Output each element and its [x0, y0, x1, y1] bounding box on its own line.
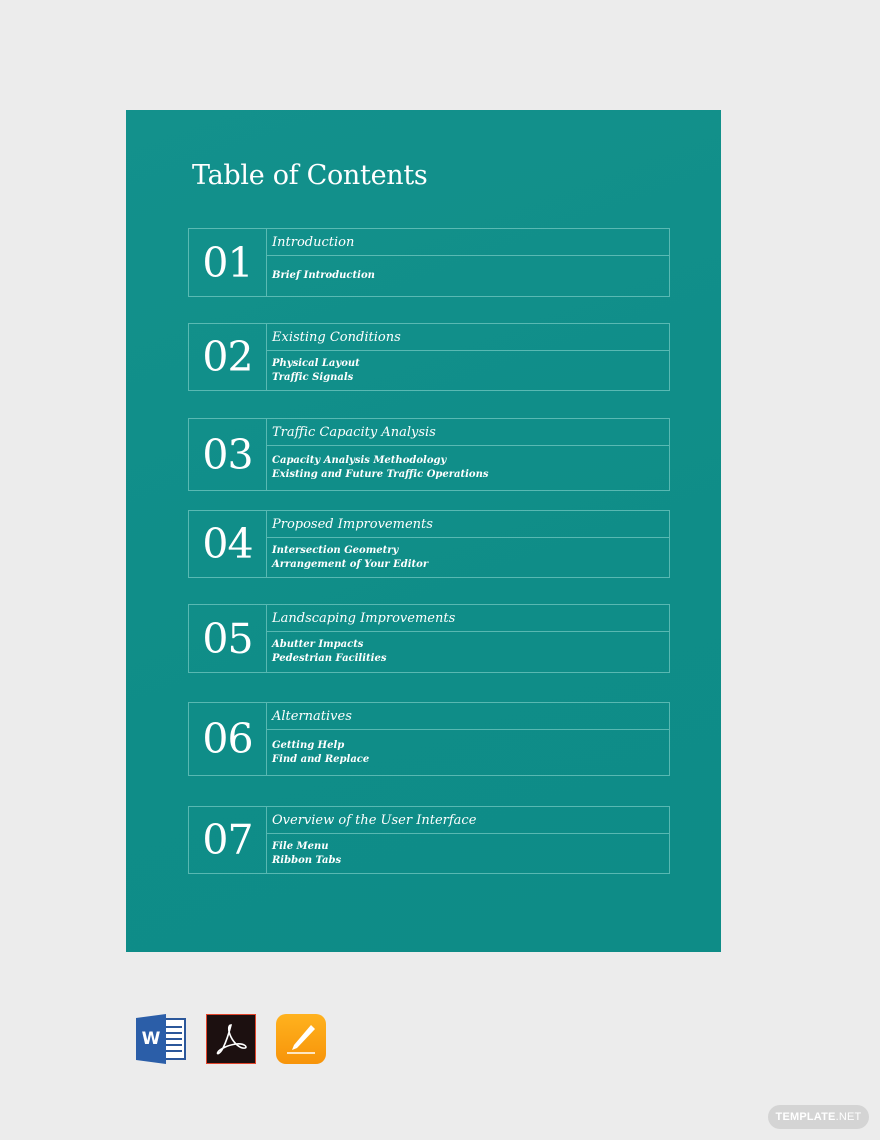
entry-subitem: Getting Help — [272, 739, 345, 751]
toc-entry: 01 Introduction Brief Introduction — [188, 228, 670, 297]
entry-subitems: Intersection Geometry Arrangement of You… — [267, 538, 669, 577]
entry-subitems: Abutter Impacts Pedestrian Facilities — [267, 632, 669, 672]
pages-icon[interactable] — [276, 1014, 326, 1064]
entry-heading: Overview of the User Interface — [267, 807, 669, 834]
entry-subitem: Physical Layout — [272, 357, 360, 369]
entry-number: 07 — [189, 807, 267, 873]
entry-number: 02 — [189, 324, 267, 390]
entry-heading: Traffic Capacity Analysis — [267, 419, 669, 446]
entry-content: Introduction Brief Introduction — [267, 229, 669, 296]
entry-content: Landscaping Improvements Abutter Impacts… — [267, 605, 669, 672]
entry-subitem: Find and Replace — [272, 753, 370, 765]
page-title: Table of Contents — [192, 160, 428, 191]
acrobat-glyph-icon — [216, 1024, 247, 1055]
toc-entry: 03 Traffic Capacity Analysis Capacity An… — [188, 418, 670, 491]
entry-heading: Introduction — [267, 229, 669, 256]
entry-subitem: File Menu — [272, 840, 329, 852]
entry-content: Overview of the User Interface File Menu… — [267, 807, 669, 873]
toc-entry: 04 Proposed Improvements Intersection Ge… — [188, 510, 670, 578]
entry-number: 05 — [189, 605, 267, 672]
entry-content: Traffic Capacity Analysis Capacity Analy… — [267, 419, 669, 490]
entry-content: Proposed Improvements Intersection Geome… — [267, 511, 669, 577]
toc-entry: 06 Alternatives Getting Help Find and Re… — [188, 702, 670, 776]
entry-heading: Existing Conditions — [267, 324, 669, 351]
entry-subitem: Brief Introduction — [272, 270, 375, 281]
entry-number: 03 — [189, 419, 267, 490]
entry-number: 01 — [189, 229, 267, 296]
toc-entry: 07 Overview of the User Interface File M… — [188, 806, 670, 874]
watermark-rest: .NET — [835, 1111, 862, 1123]
pdf-icon[interactable] — [206, 1014, 256, 1064]
toc-page: Table of Contents 01 Introduction Brief … — [126, 110, 721, 952]
entry-subitem: Pedestrian Facilities — [272, 653, 387, 664]
pen-glyph-icon — [287, 1025, 315, 1054]
entry-content: Alternatives Getting Help Find and Repla… — [267, 703, 669, 775]
template-net-watermark: TEMPLATE .NET — [768, 1105, 869, 1129]
entry-heading: Alternatives — [267, 703, 669, 730]
word-letter: W — [136, 1014, 166, 1064]
entry-subitems: File Menu Ribbon Tabs — [267, 834, 669, 873]
format-icons: W — [136, 1014, 326, 1064]
entry-subitem: Capacity Analysis Methodology — [272, 455, 447, 466]
entry-number: 06 — [189, 703, 267, 775]
entry-subitem: Traffic Signals — [272, 371, 354, 383]
entry-subitem: Ribbon Tabs — [272, 854, 342, 866]
entry-heading: Landscaping Improvements — [267, 605, 669, 632]
entry-subitem: Existing and Future Traffic Operations — [272, 469, 489, 480]
entry-content: Existing Conditions Physical Layout Traf… — [267, 324, 669, 390]
entry-subitems: Brief Introduction — [267, 256, 669, 296]
entry-subitem: Abutter Impacts — [272, 639, 364, 650]
entry-subitems: Getting Help Find and Replace — [267, 730, 669, 775]
entry-subitems: Capacity Analysis Methodology Existing a… — [267, 446, 669, 490]
watermark-bold: TEMPLATE — [775, 1111, 836, 1123]
entry-subitem: Intersection Geometry — [272, 544, 399, 556]
toc-entry: 05 Landscaping Improvements Abutter Impa… — [188, 604, 670, 673]
entry-number: 04 — [189, 511, 267, 577]
toc-entry: 02 Existing Conditions Physical Layout T… — [188, 323, 670, 391]
entry-subitem: Arrangement of Your Editor — [272, 558, 429, 570]
entry-subitems: Physical Layout Traffic Signals — [267, 351, 669, 390]
entry-heading: Proposed Improvements — [267, 511, 669, 538]
word-icon[interactable]: W — [136, 1014, 186, 1064]
